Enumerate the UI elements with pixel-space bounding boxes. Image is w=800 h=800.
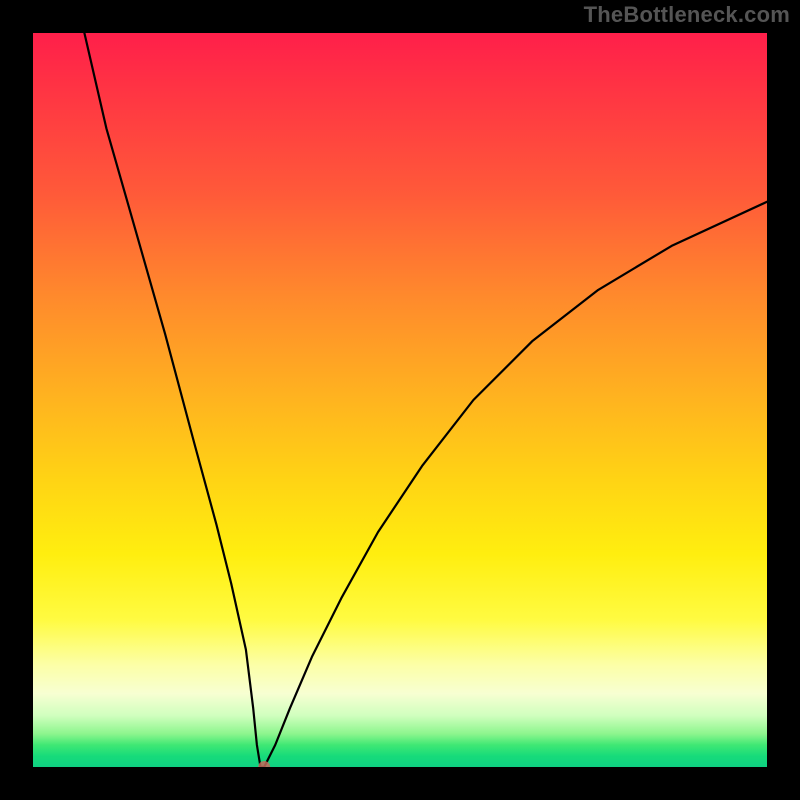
watermark-text: TheBottleneck.com xyxy=(584,2,790,28)
bottleneck-curve-svg xyxy=(33,33,767,767)
plot-area xyxy=(33,33,767,767)
chart-frame: TheBottleneck.com xyxy=(0,0,800,800)
bottleneck-curve xyxy=(84,33,767,767)
